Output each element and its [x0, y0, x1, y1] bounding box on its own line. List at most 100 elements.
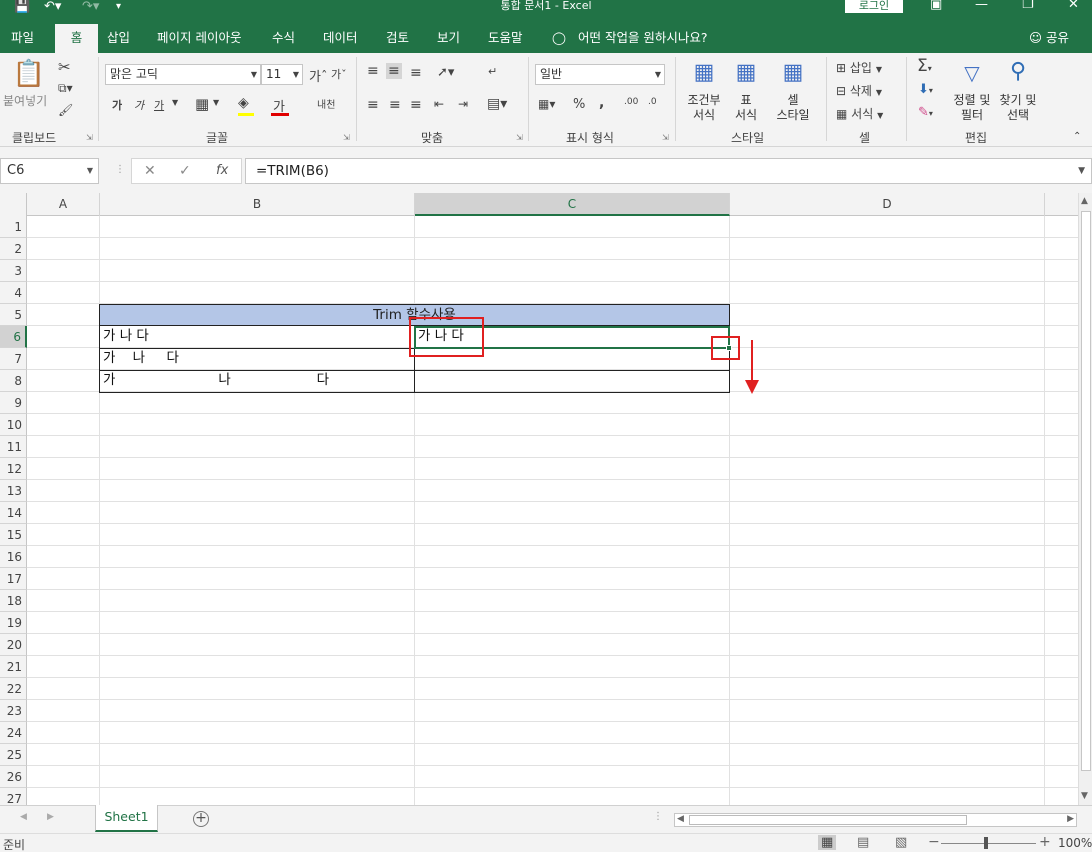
normal-view-icon[interactable]: ▦ [818, 835, 837, 850]
scroll-right-icon[interactable]: ▶ [1067, 814, 1074, 824]
align-top-icon[interactable]: ≡ [367, 63, 379, 79]
column-header-d[interactable]: D [730, 193, 1045, 216]
merge-center-icon[interactable]: ▤▾ [487, 96, 507, 112]
scroll-left-icon[interactable]: ◀ [677, 814, 684, 824]
cell-b6[interactable]: 가 나 다 [100, 326, 149, 347]
cell-styles-icon[interactable]: ▦ [770, 59, 816, 87]
row-header-7[interactable]: 7 [0, 348, 27, 370]
sort-filter-label-1[interactable]: 정렬 및 [948, 93, 996, 108]
paste-icon[interactable]: 📋 [8, 59, 50, 89]
orientation-icon[interactable]: ➚▾ [437, 65, 454, 80]
font-launcher-icon[interactable]: ⇲ [343, 133, 350, 142]
name-box[interactable]: C6 ▼ [0, 158, 99, 184]
row-header-4[interactable]: 4 [0, 282, 27, 304]
tab-page-layout[interactable]: 페이지 레이아웃 [157, 24, 241, 53]
next-sheet-icon[interactable]: ▶ [47, 812, 54, 822]
decrease-indent-icon[interactable]: ⇤ [434, 97, 444, 111]
row-header-5[interactable]: 5 [0, 304, 27, 326]
increase-font-icon[interactable]: 가ˆ [309, 66, 327, 85]
zoom-slider-thumb[interactable] [984, 837, 988, 849]
row-header-27[interactable]: 27 [0, 788, 27, 805]
conditional-formatting-label-2[interactable]: 서식 [684, 108, 724, 123]
row-header-12[interactable]: 12 [0, 458, 27, 480]
wrap-text-icon[interactable]: ↵ [488, 65, 497, 78]
share-button[interactable]: ☺ 공유 [1029, 24, 1069, 53]
row-header-3[interactable]: 3 [0, 260, 27, 282]
chevron-down-icon[interactable]: ▼ [172, 98, 178, 107]
row-header-2[interactable]: 2 [0, 238, 27, 260]
enter-icon[interactable]: ✓ [179, 163, 191, 179]
login-button[interactable]: 로그인 [845, 0, 903, 13]
cell-styles-label-2[interactable]: 스타일 [766, 108, 820, 123]
clear-icon[interactable]: ✎▾ [918, 105, 933, 120]
row-header-18[interactable]: 18 [0, 590, 27, 612]
accounting-format-icon[interactable]: ▦▾ [538, 97, 555, 111]
bold-button[interactable]: 가 [112, 97, 122, 113]
row-header-11[interactable]: 11 [0, 436, 27, 458]
row-header-25[interactable]: 25 [0, 744, 27, 766]
row-header-24[interactable]: 24 [0, 722, 27, 744]
row-header-10[interactable]: 10 [0, 414, 27, 436]
insert-function-icon[interactable]: fx [216, 163, 228, 178]
row-header-8[interactable]: 8 [0, 370, 27, 392]
row-header-6[interactable]: 6 [0, 326, 27, 348]
borders-icon[interactable]: ▦ [195, 95, 209, 113]
format-as-table-label-1[interactable]: 표 [728, 93, 764, 108]
scroll-thumb[interactable] [1081, 211, 1091, 771]
font-name-select[interactable]: 맑은 고딕 ▼ [105, 64, 261, 85]
font-size-select[interactable]: 11 ▼ [261, 64, 303, 85]
zoom-level[interactable]: 100% [1058, 836, 1092, 850]
tab-view[interactable]: 보기 [437, 24, 460, 53]
row-header-14[interactable]: 14 [0, 502, 27, 524]
number-format-select[interactable]: 일반 ▼ [535, 64, 665, 85]
align-center-icon[interactable]: ≡ [389, 97, 401, 113]
format-cells-button[interactable]: ▦ 서식 ▼ [836, 105, 883, 122]
autosum-icon[interactable]: Σ▾ [917, 56, 932, 76]
column-header-a[interactable]: A [27, 193, 100, 216]
zoom-out-icon[interactable]: − [928, 834, 940, 850]
row-header-22[interactable]: 22 [0, 678, 27, 700]
row-header-26[interactable]: 26 [0, 766, 27, 788]
paste-label[interactable]: 붙여넣기 [3, 94, 47, 109]
cell-styles-label-1[interactable]: 셀 [770, 93, 816, 108]
cell-b8[interactable]: 가 나 다 [100, 370, 329, 391]
copy-icon[interactable]: ⧉▾ [58, 81, 73, 96]
zoom-in-icon[interactable]: + [1039, 834, 1051, 850]
align-middle-icon[interactable]: ≡ [386, 63, 402, 79]
align-bottom-icon[interactable]: ≡ [410, 65, 422, 81]
underline-button[interactable]: 가 [154, 97, 164, 113]
delete-cells-button[interactable]: ⊟ 삭제 ▼ [836, 82, 882, 99]
percent-style-icon[interactable]: % [573, 97, 585, 112]
worksheet-grid[interactable]: A B C D 1 2 3 4 5 6 7 8 9 10 11 12 13 14 15 16 17 18 19 20 2… [0, 193, 1092, 805]
format-as-table-icon[interactable]: ▦ [728, 59, 764, 87]
ribbon-display-options-icon[interactable]: ▣ [930, 0, 942, 12]
column-header-b[interactable]: B [100, 193, 415, 216]
maximize-icon[interactable]: ❐ [1022, 0, 1034, 12]
tab-home[interactable]: 홈 [55, 24, 98, 54]
row-header-20[interactable]: 20 [0, 634, 27, 656]
row-header-17[interactable]: 17 [0, 568, 27, 590]
fill-icon[interactable]: ⬇▾ [918, 82, 933, 97]
align-right-icon[interactable]: ≡ [410, 97, 422, 113]
cancel-icon[interactable]: ✕ [144, 163, 156, 179]
italic-button[interactable]: 가 [134, 97, 144, 113]
increase-decimal-icon[interactable]: .00 [624, 97, 638, 107]
close-icon[interactable]: ✕ [1068, 0, 1079, 12]
sort-filter-icon[interactable]: ▽ [952, 59, 992, 87]
tell-me-box[interactable]: ◯ 어떤 작업을 원하시나요? [552, 24, 708, 53]
sheet-tab-sheet1[interactable]: Sheet1 [95, 805, 158, 832]
add-sheet-icon[interactable]: + [193, 811, 209, 827]
fill-color-icon[interactable]: ◈ [238, 95, 249, 111]
minimize-icon[interactable]: — [975, 0, 988, 12]
row-header-23[interactable]: 23 [0, 700, 27, 722]
chevron-down-icon[interactable]: ▼ [213, 98, 219, 107]
row-header-13[interactable]: 13 [0, 480, 27, 502]
cut-icon[interactable]: ✂ [58, 58, 71, 76]
clipboard-launcher-icon[interactable]: ⇲ [86, 133, 93, 142]
increase-indent-icon[interactable]: ⇥ [458, 97, 468, 111]
find-select-icon[interactable]: ⚲ [996, 57, 1040, 87]
vertical-scrollbar[interactable]: ▲ ▼ [1078, 193, 1092, 805]
row-header-15[interactable]: 15 [0, 524, 27, 546]
tab-help[interactable]: 도움말 [488, 24, 523, 53]
conditional-formatting-label-1[interactable]: 조건부 [684, 93, 724, 108]
